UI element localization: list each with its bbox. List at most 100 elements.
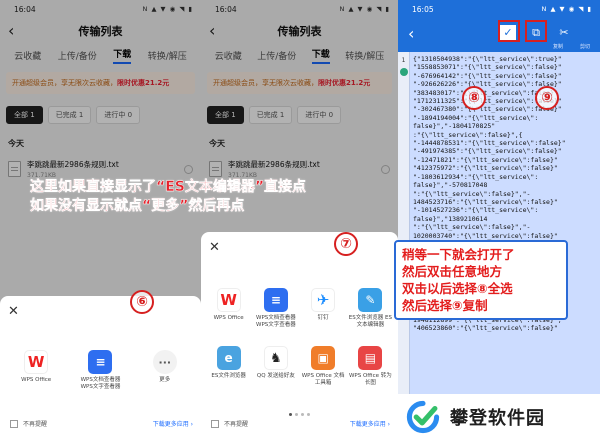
code-line: "-676964142":"{\"ltt_service\":false}" <box>413 71 562 80</box>
cursor-handle[interactable] <box>400 68 408 76</box>
status-icons: N ▲ ▼ ◉ ◥ ▮ <box>541 5 592 13</box>
app-dingtalk[interactable]: ✈ 钉钉 <box>301 288 345 329</box>
code-line: "-1014527236":"{\"ltt_service\": <box>413 206 539 215</box>
code-line: "406523860":"{\"ltt_service\":false}" <box>413 324 558 332</box>
dont-ask-label: 不再提醒 <box>23 421 48 428</box>
wps-icon: W <box>216 288 241 312</box>
page-dot <box>295 413 298 416</box>
app-label: WPS Office 文档工具箱 <box>301 373 345 386</box>
app-es-browser[interactable]: e ES文件浏览器 <box>207 346 251 387</box>
brand-name: 攀登软件园 <box>450 408 545 429</box>
brand-watermark: 攀登软件园 <box>392 394 600 440</box>
code-line: "-1894194004":"{\"ltt_service\": <box>413 113 539 122</box>
app-wps-viewer[interactable]: ≡ WPS文档查看器 WPS文字查看器 <box>254 288 298 329</box>
code-line: "-926626226":"{\"ltt_service\":false}" <box>413 80 562 89</box>
cut-icon[interactable]: ✂ <box>556 25 572 41</box>
step-6-marker: ⑥ <box>130 290 154 314</box>
app-wps-office[interactable]: W WPS Office <box>207 288 251 329</box>
download-more-link[interactable]: 下载更多应用 › <box>350 419 390 428</box>
status-time: 16:05 <box>412 4 434 14</box>
close-icon[interactable]: ✕ <box>209 240 220 255</box>
code-line: 1020003740":"{\"ltt_service\":false}" <box>413 231 558 240</box>
code-line: :"{\"ltt_service\":false}",{ <box>413 130 523 139</box>
middle-panel: 16:04 N ▲ ▼ ◉ ◥ ▮ ‹ 传输列表 云收藏 上传/备份 下载 转换… <box>201 0 398 440</box>
code-line: 1484523716":"{\"ltt_service\":false}" <box>413 197 558 206</box>
app-more[interactable]: ··· 更多 <box>143 350 187 391</box>
app-label: WPS Office 转为长图 <box>348 373 392 386</box>
sheet-footer: 不再提醒 下载更多应用 › <box>211 419 390 428</box>
page-dots <box>201 413 398 416</box>
callout-line-4: 然后选择⑨复制 <box>402 298 488 313</box>
step-8-marker: ⑧ <box>462 86 486 110</box>
page-dot <box>307 413 310 416</box>
es-editor-icon: ✎ <box>358 288 383 312</box>
app-row: W WPS Office ≡ WPS文档查看器 WPS文字查看器 ··· 更多 <box>0 350 201 391</box>
back-arrow-icon[interactable]: ‹ <box>408 24 414 43</box>
code-line: "-1803612934":"{\"ltt_service\": <box>413 172 539 181</box>
app-label: 钉钉 <box>317 315 329 321</box>
app-label: ES文件浏览器 <box>211 373 246 379</box>
pdf-icon: ▤ <box>358 346 383 370</box>
app-label: WPS Office <box>213 315 244 321</box>
instruction-overlay: 这里如果直接显示了“ES文本编辑器”直接点 如果没有显示就点“更多”然后再点 <box>30 178 306 216</box>
dont-ask-label: 不再提醒 <box>224 421 249 428</box>
code-line: false}","1389210614 <box>413 214 488 223</box>
app-wps-toolbox[interactable]: ▣ WPS Office 文档工具箱 <box>301 346 345 387</box>
instruction-callout: 稍等一下就会打开了 然后双击任意地方 双击以后选择⑧全选 然后选择⑨复制 <box>394 240 568 320</box>
code-line: false}","-1804170825" <box>413 122 496 131</box>
instruction-line-1: 这里如果直接显示了“ES文本编辑器”直接点 <box>30 179 307 195</box>
brand-logo-icon <box>406 400 440 434</box>
right-panel: 16:05 N ▲ ▼ ◉ ◥ ▮ ‹ ✓ ⧉ ✂ 复制 剪切 1 {"1310… <box>398 0 600 440</box>
app-qq[interactable]: ♞ QQ 发送给好友 <box>254 346 298 387</box>
app-label: WPS Office <box>21 377 52 383</box>
callout-line-1: 稍等一下就会打开了 <box>402 247 515 262</box>
document-icon: ≡ <box>88 350 113 374</box>
wps-icon: W <box>24 350 49 374</box>
code-line: "-12471821":"{\"ltt_service\":false}" <box>413 155 558 164</box>
line-number: 1 <box>401 57 406 64</box>
app-label: 更多 <box>159 377 171 383</box>
instruction-line-2: 如果没有显示就点“更多”然后再点 <box>30 198 245 214</box>
close-icon[interactable]: ✕ <box>8 304 19 319</box>
share-sheet: ✕ W WPS Office ≡ WPS文档查看器 WPS文字查看器 ··· 更… <box>0 296 201 440</box>
code-line: "-1444878531":"{\"ltt_service\":false}" <box>413 139 566 148</box>
copy-label: 复制 <box>553 44 564 50</box>
app-wps-office[interactable]: W WPS Office <box>14 350 58 391</box>
more-icon: ··· <box>152 350 177 374</box>
code-line: "1558853071":"{\"ltt_service\":false}" <box>413 63 562 72</box>
callout-line-3: 双击以后选择⑧全选 <box>402 281 513 296</box>
code-line: ":"{\"ltt_service\":false}","- <box>413 223 531 232</box>
app-label: QQ 发送给好友 <box>256 373 295 379</box>
select-all-highlight <box>498 20 520 42</box>
toolbox-icon: ▣ <box>311 346 336 370</box>
code-line: "1712311325":"{\"ltt_service\":false}" <box>413 97 562 106</box>
code-line: {"1310504938":"{\"ltt_service\":true}" <box>413 55 562 63</box>
share-sheet: ✕ W WPS Office ≡ WPS文档查看器 WPS文字查看器 ✈ 钉钉 … <box>201 232 398 440</box>
status-bar: 16:05 N ▲ ▼ ◉ ◥ ▮ <box>398 0 600 18</box>
dont-ask-checkbox[interactable] <box>211 419 219 428</box>
code-line: false}","-570817048 <box>413 181 488 190</box>
code-line: "-302467380":"{\"ltt_service\":false}" <box>413 105 562 114</box>
app-wps-long-image[interactable]: ▤ WPS Office 转为长图 <box>348 346 392 387</box>
code-line: "412375972":"{\"ltt_service\":false}" <box>413 164 558 173</box>
app-wps-viewer[interactable]: ≡ WPS文档查看器 WPS文字查看器 <box>78 350 122 391</box>
page-dot <box>289 413 292 416</box>
copy-highlight <box>525 20 547 42</box>
document-icon: ≡ <box>263 288 288 312</box>
page-dot <box>301 413 304 416</box>
code-line: ":"{\"ltt_service\":false}","- <box>413 189 531 198</box>
app-label: ES文件浏览器 ES文本编辑器 <box>348 315 392 328</box>
sheet-footer: 不再提醒 下载更多应用 › <box>10 419 193 428</box>
es-browser-icon: e <box>216 346 241 370</box>
dont-ask-checkbox[interactable] <box>10 419 18 428</box>
app-row-1: W WPS Office ≡ WPS文档查看器 WPS文字查看器 ✈ 钉钉 ✎ … <box>201 288 398 329</box>
code-line: "-491974385":"{\"ltt_service\":false}" <box>413 147 562 156</box>
step-7-marker: ⑦ <box>334 232 358 256</box>
app-label: WPS文档查看器 WPS文字查看器 <box>80 377 121 390</box>
app-es-text-editor[interactable]: ✎ ES文件浏览器 ES文本编辑器 <box>348 288 392 329</box>
qq-icon: ♞ <box>263 346 288 370</box>
cut-label: 剪切 <box>580 44 591 50</box>
dingtalk-icon: ✈ <box>311 288 336 312</box>
download-more-link[interactable]: 下载更多应用 › <box>153 419 193 428</box>
app-row-2: e ES文件浏览器 ♞ QQ 发送给好友 ▣ WPS Office 文档工具箱 … <box>201 346 398 387</box>
